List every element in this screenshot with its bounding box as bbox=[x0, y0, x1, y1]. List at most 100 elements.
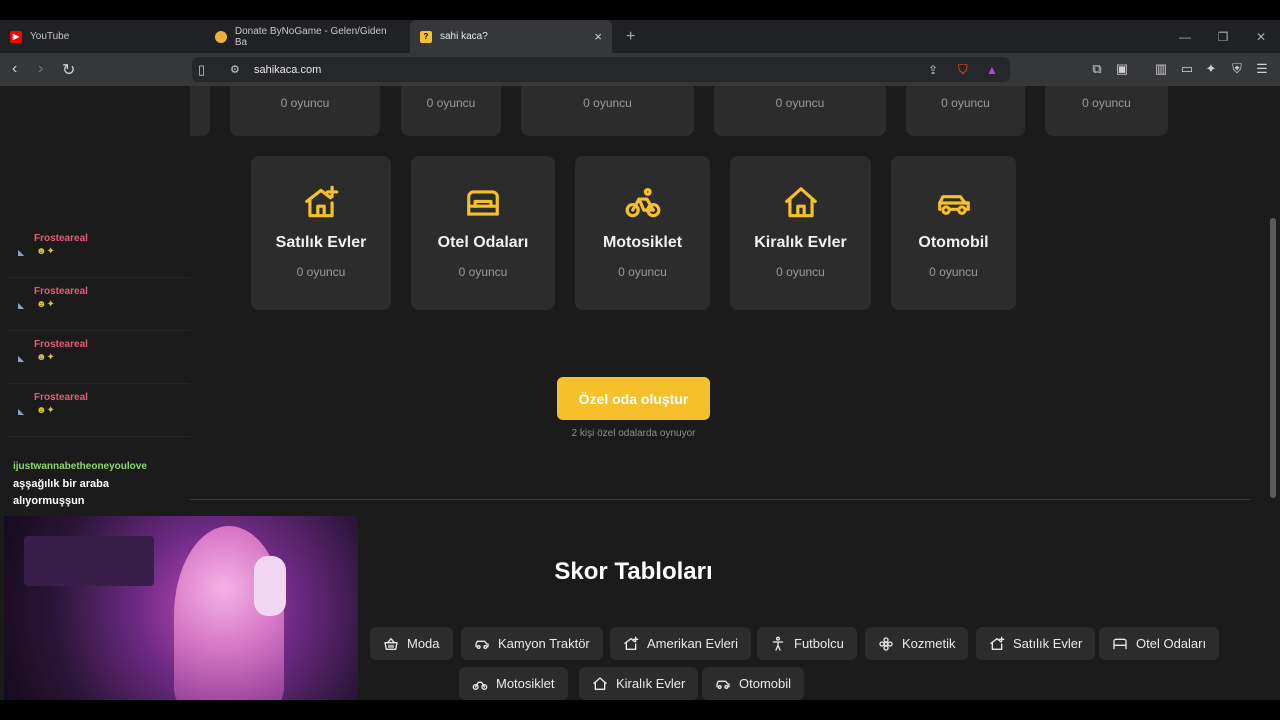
letterbox-top bbox=[0, 0, 1280, 20]
bookmark-icon[interactable]: ▯ bbox=[198, 62, 205, 78]
bed-icon bbox=[1113, 638, 1127, 649]
tab-label: sahi kaca? bbox=[440, 31, 488, 42]
bynogame-icon bbox=[215, 30, 227, 43]
youtube-icon: ▶ bbox=[10, 30, 22, 43]
address-bar[interactable]: ▯ ⚙ sahikaca.com ⇪ ⛉ ▲ bbox=[192, 57, 1010, 82]
basket-icon bbox=[384, 637, 398, 650]
vpn-icon[interactable]: ⛨ bbox=[1229, 61, 1245, 77]
chip-label: Otomobil bbox=[739, 676, 792, 691]
car-icon bbox=[716, 680, 730, 689]
category-title: Otel Odaları bbox=[437, 234, 529, 251]
url-text: sahikaca.com bbox=[254, 63, 322, 76]
brave-shield-icon[interactable]: ⛉ bbox=[958, 62, 968, 78]
leaderboard-chip-futbolcu[interactable]: Futbolcu bbox=[757, 627, 857, 660]
chat-username: Frosteareal bbox=[34, 233, 88, 244]
headset bbox=[254, 556, 286, 616]
minimize-button[interactable]: — bbox=[1166, 20, 1204, 53]
badge-icon: ◣ bbox=[18, 301, 25, 310]
leaderboard-chip-amerikan-evleri[interactable]: Amerikan Evleri bbox=[610, 627, 752, 660]
player-count: 0 oyuncu bbox=[776, 265, 825, 279]
reader-icon[interactable]: ▣ bbox=[1114, 61, 1130, 77]
category-card[interactable]: 0 oyuncu bbox=[230, 86, 380, 136]
restore-button[interactable]: ❐ bbox=[1204, 20, 1242, 53]
person-icon bbox=[772, 636, 784, 651]
emote-icon: ☻✦ bbox=[36, 246, 55, 257]
category-card-otel-odalari[interactable]: Otel Odaları 0 oyuncu bbox=[411, 156, 555, 310]
tab-donate[interactable]: Donate ByNoGame - Gelen/Giden Ba bbox=[205, 20, 410, 53]
bed-icon bbox=[467, 190, 499, 216]
streamer-webcam bbox=[4, 516, 358, 700]
browser-toolbar: ‹ › ↻ ▯ ⚙ sahikaca.com ⇪ ⛉ ▲ ⧉ ▣ ▥ ▭ ✦ ⛨… bbox=[0, 53, 1280, 86]
reload-icon[interactable]: ↻ bbox=[62, 60, 75, 80]
category-card[interactable]: 0 oyuncu bbox=[714, 86, 886, 136]
chat-username: ijustwannabetheoneyoulove bbox=[13, 461, 147, 472]
page-scrollbar[interactable] bbox=[1267, 86, 1280, 700]
category-card[interactable]: 0 oyuncu bbox=[906, 86, 1025, 136]
chat-message: aşşağılık bir araba alıyormuşşun bbox=[13, 478, 109, 507]
chip-label: Satılık Evler bbox=[1013, 636, 1083, 651]
close-icon[interactable]: × bbox=[594, 29, 602, 44]
chip-label: Amerikan Evleri bbox=[647, 636, 739, 651]
emote-icon: ☻✦ bbox=[36, 405, 55, 416]
house-plus-icon bbox=[624, 636, 639, 650]
leaderboard-chip-kozmetik[interactable]: Kozmetik bbox=[865, 627, 969, 660]
menu-icon[interactable]: ☰ bbox=[1254, 61, 1270, 77]
house-plus-icon bbox=[305, 185, 339, 218]
leaderboard-chip-otel-odalari[interactable]: Otel Odaları bbox=[1099, 627, 1220, 660]
tab-sahikaca[interactable]: ? sahi kaca? × bbox=[410, 20, 612, 53]
tab-label: Donate ByNoGame - Gelen/Giden Ba bbox=[234, 25, 387, 48]
close-window-button[interactable]: ✕ bbox=[1242, 20, 1280, 53]
new-tab-button[interactable]: + bbox=[626, 28, 635, 46]
leaderboard-chip-kiralik-evler[interactable]: Kiralık Evler bbox=[579, 667, 699, 700]
leaderboard-chip-otomobil[interactable]: Otomobil bbox=[702, 667, 805, 700]
badge-icon: ◣ bbox=[18, 248, 25, 257]
private-room-note: 2 kişi özel odalarda oynuyor bbox=[571, 428, 696, 439]
category-card-otomobil[interactable]: Otomobil 0 oyuncu bbox=[891, 156, 1016, 310]
tab-youtube[interactable]: ▶ YouTube bbox=[0, 20, 205, 53]
leaderboard-chip-satilik-evler[interactable]: Satılık Evler bbox=[976, 627, 1096, 660]
chip-label: Kozmetik bbox=[902, 636, 956, 651]
browser-tabbar: ▶ YouTube Donate ByNoGame - Gelen/Giden … bbox=[0, 20, 1280, 53]
sidebar-icon[interactable]: ▥ bbox=[1153, 61, 1169, 77]
share-icon[interactable]: ⇪ bbox=[928, 63, 938, 77]
stream-chat-overlay: ◣ Frosteareal ☻✦ ◣ Frosteareal ☻✦ ◣ Fros… bbox=[0, 86, 190, 516]
chat-username: Frosteareal bbox=[34, 339, 88, 350]
category-card[interactable]: 0 oyuncu bbox=[521, 86, 694, 136]
player-count: 0 oyuncu bbox=[929, 265, 978, 279]
category-card[interactable]: 0 oyuncu bbox=[1045, 86, 1168, 136]
wallet-icon[interactable]: ▭ bbox=[1179, 61, 1195, 77]
category-card-satilik-evler[interactable]: Satılık Evler 0 oyuncu bbox=[251, 156, 391, 310]
brave-rewards-icon[interactable]: ▲ bbox=[986, 63, 998, 77]
section-divider bbox=[190, 499, 1250, 500]
leaderboard-chip-kamyon-traktor[interactable]: Kamyon Traktör bbox=[461, 627, 603, 660]
category-card[interactable]: 0 oyuncu bbox=[401, 86, 501, 136]
create-private-room-button[interactable]: Özel oda oluştur bbox=[557, 377, 710, 420]
leo-icon[interactable]: ✦ bbox=[1203, 61, 1219, 77]
house-plus-icon bbox=[990, 636, 1005, 650]
scrollbar-thumb[interactable] bbox=[1270, 218, 1276, 498]
letterbox-bottom bbox=[0, 700, 1280, 720]
house-icon bbox=[784, 187, 817, 218]
category-card-motosiklet[interactable]: Motosiklet 0 oyuncu bbox=[575, 156, 710, 310]
chip-label: Kiralık Evler bbox=[616, 676, 686, 691]
chat-line: ◣ Frosteareal ☻✦ bbox=[8, 226, 190, 278]
extensions-icon[interactable]: ⧉ bbox=[1089, 61, 1105, 77]
leaderboard-chip-motosiklet[interactable]: Motosiklet bbox=[459, 667, 568, 700]
back-icon[interactable]: ‹ bbox=[12, 60, 17, 78]
leaderboard-chip-moda[interactable]: Moda bbox=[370, 627, 453, 660]
chip-label: Motosiklet bbox=[496, 676, 555, 691]
chip-label: Kamyon Traktör bbox=[498, 636, 590, 651]
forward-icon[interactable]: › bbox=[38, 60, 43, 78]
chip-label: Futbolcu bbox=[794, 636, 844, 651]
category-title: Satılık Evler bbox=[275, 234, 367, 251]
flower-icon bbox=[879, 636, 893, 651]
chat-username: Frosteareal bbox=[34, 286, 88, 297]
emote-icon: ☻✦ bbox=[36, 299, 55, 310]
background-shelf bbox=[24, 536, 154, 586]
category-card-kiralik-evler[interactable]: Kiralık Evler 0 oyuncu bbox=[730, 156, 871, 310]
chat-line: ◣ Frosteareal ☻✦ bbox=[8, 279, 190, 331]
tab-label: YouTube bbox=[30, 31, 70, 42]
player-count: 0 oyuncu bbox=[618, 265, 667, 279]
site-info-icon[interactable]: ⚙ bbox=[230, 63, 240, 76]
category-title: Otomobil bbox=[918, 234, 989, 251]
